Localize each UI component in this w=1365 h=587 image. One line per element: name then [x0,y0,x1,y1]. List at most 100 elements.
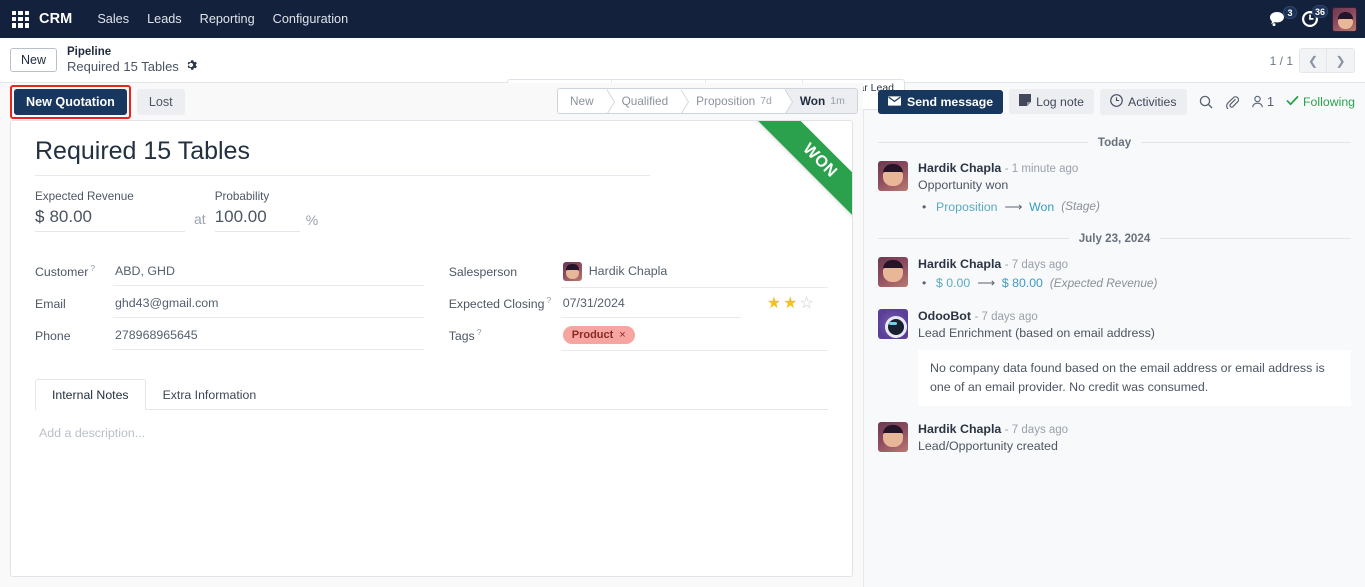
navbar-systray: 3 36 [1269,0,1357,38]
expected-closing-field[interactable]: 07/31/2024 [561,290,741,318]
breadcrumb-current-wrap: Required 15 Tables [67,59,197,75]
salesperson-label: Salesperson [449,265,561,279]
message-text: Opportunity won [918,177,1351,195]
message-header: Hardik Chapla - 7 days ago [918,422,1351,436]
message-header: Hardik Chapla - 1 minute ago [918,161,1351,175]
user-avatar[interactable] [1332,7,1357,32]
description-input[interactable]: Add a description... [39,426,824,440]
page-title[interactable]: Required 15 Tables [35,137,650,176]
lost-button[interactable]: Lost [137,89,185,115]
message-author: Hardik Chapla [918,161,1001,175]
expected-revenue-input[interactable]: $ 80.00 [35,207,185,232]
navmenu-leads[interactable]: Leads [138,8,191,30]
expected-revenue-label: Expected Revenue [35,190,185,203]
message-body: Hardik Chapla - 7 days ago $ 0.00 ⟶ $ 80… [918,257,1351,292]
probability-input[interactable]: 100.00 [215,207,300,232]
customer-field[interactable]: ABD, GHD [113,258,424,286]
arrow-icon: ⟶ [977,274,995,292]
salesperson-field[interactable]: Hardik Chapla [561,256,828,288]
breadcrumb-root[interactable]: Pipeline [67,45,197,59]
message-author: Hardik Chapla [918,422,1001,436]
gear-icon[interactable] [185,59,197,75]
record-sheet: WON Required 15 Tables Expected Revenue … [10,120,853,577]
stage-statusbar: New Qualified Proposition 7d Won 1m [557,88,858,114]
app-brand-crm[interactable]: CRM [39,11,72,27]
pager-count: 1 / 1 [1270,54,1293,68]
apps-grid-icon[interactable] [12,11,29,28]
priority-stars[interactable]: ★ ★ ☆ [767,296,814,312]
followers-count: 1 [1267,94,1274,109]
message-timestamp: - 7 days ago [1005,259,1068,271]
help-icon[interactable]: ? [90,264,95,273]
customer-label: Customer ? [35,265,113,279]
notebook-tabs: Internal Notes Extra Information [35,378,828,410]
tab-internal-notes[interactable]: Internal Notes [35,379,146,410]
tag-product[interactable]: Product × [563,326,635,344]
search-icon[interactable] [1199,95,1213,109]
notebook: Internal Notes Extra Information Add a d… [35,378,828,456]
chatter-thread[interactable]: Today Hardik Chapla - 1 minute ago Oppor… [864,120,1365,587]
star-1-icon[interactable]: ★ [767,296,781,312]
field-row-expected-closing: Expected Closing ? 07/31/2024 ★ ★ ☆ [449,288,828,319]
activities-button[interactable]: Activities [1100,89,1187,115]
expected-closing-label-text: Expected Closing [449,297,545,311]
avatar [878,257,908,287]
navmenu-sales[interactable]: Sales [88,8,138,30]
tag-remove-icon[interactable]: × [619,329,625,341]
field-row-salesperson: Salesperson Hardik Chapla [449,256,828,287]
tracking-new-value: Won [1029,198,1054,216]
help-icon[interactable]: ? [546,296,551,305]
message-timestamp: - 1 minute ago [1005,163,1079,175]
tags-label-text: Tags [449,329,475,343]
probability-value: 100.00 [215,207,267,227]
chevron-right-icon[interactable]: ❯ [1327,49,1354,72]
tracking-new-value: $ 80.00 [1002,274,1043,292]
expected-revenue-value: 80.00 [49,207,92,227]
navmenu-configuration[interactable]: Configuration [264,8,357,30]
tracking-row: Proposition ⟶ Won (Stage) [936,198,1351,216]
day-separator: July 23, 2024 [878,232,1351,245]
new-quotation-button[interactable]: New Quotation [14,89,127,115]
paperclip-icon[interactable] [1225,95,1239,109]
tracking-values: $ 0.00 ⟶ $ 80.00 (Expected Revenue) [918,274,1351,292]
statusbar-row: New Quotation Lost New Qualified Proposi… [0,83,863,120]
log-note-button[interactable]: Log note [1009,89,1094,114]
stage-qualified[interactable]: Qualified [606,89,681,113]
stage-won[interactable]: Won 1m [784,89,857,113]
phone-field[interactable]: 278968965645 [113,322,424,350]
message-timestamp: - 7 days ago [974,311,1037,323]
check-icon [1286,95,1299,109]
activities-menu[interactable]: 36 [1301,10,1319,28]
message-text: Lead/Opportunity created [918,438,1351,456]
tracking-field-name: (Expected Revenue) [1050,275,1158,293]
message-author: OdooBot [918,309,971,323]
messages-menu[interactable]: 3 [1269,11,1288,28]
tags-field[interactable]: Product × [561,320,828,351]
help-icon[interactable]: ? [477,328,482,337]
message-text: Lead Enrichment (based on email address) [918,325,1351,343]
star-2-icon[interactable]: ★ [783,296,797,312]
tags-label: Tags ? [449,329,561,343]
tab-extra-information[interactable]: Extra Information [146,379,274,410]
avatar [878,422,908,452]
message-author: Hardik Chapla [918,257,1001,271]
tracking-old-value: $ 0.00 [936,274,970,292]
day-label-july: July 23, 2024 [1079,232,1151,245]
stage-won-label: Won [800,94,825,108]
field-row-email: Email ghd43@gmail.com [35,288,424,319]
navmenu-reporting[interactable]: Reporting [191,8,264,30]
new-record-button[interactable]: New [10,48,57,72]
followers-button[interactable]: 1 [1251,94,1274,109]
probability-cell: Probability 100.00 [215,190,300,232]
top-navbar: CRM Sales Leads Reporting Configuration … [0,0,1365,38]
following-status[interactable]: Following [1286,95,1355,109]
revenue-probability-row: Expected Revenue $ 80.00 at Probability … [35,190,828,232]
stage-new[interactable]: New [558,89,606,113]
email-field[interactable]: ghd43@gmail.com [113,290,424,318]
send-message-button[interactable]: Send message [878,90,1003,114]
breadcrumb-current: Required 15 Tables [67,59,179,75]
separator-line-left [878,238,1069,239]
chevron-left-icon[interactable]: ❮ [1300,49,1327,72]
stage-proposition[interactable]: Proposition 7d [680,89,784,113]
star-3-icon[interactable]: ☆ [799,296,813,312]
